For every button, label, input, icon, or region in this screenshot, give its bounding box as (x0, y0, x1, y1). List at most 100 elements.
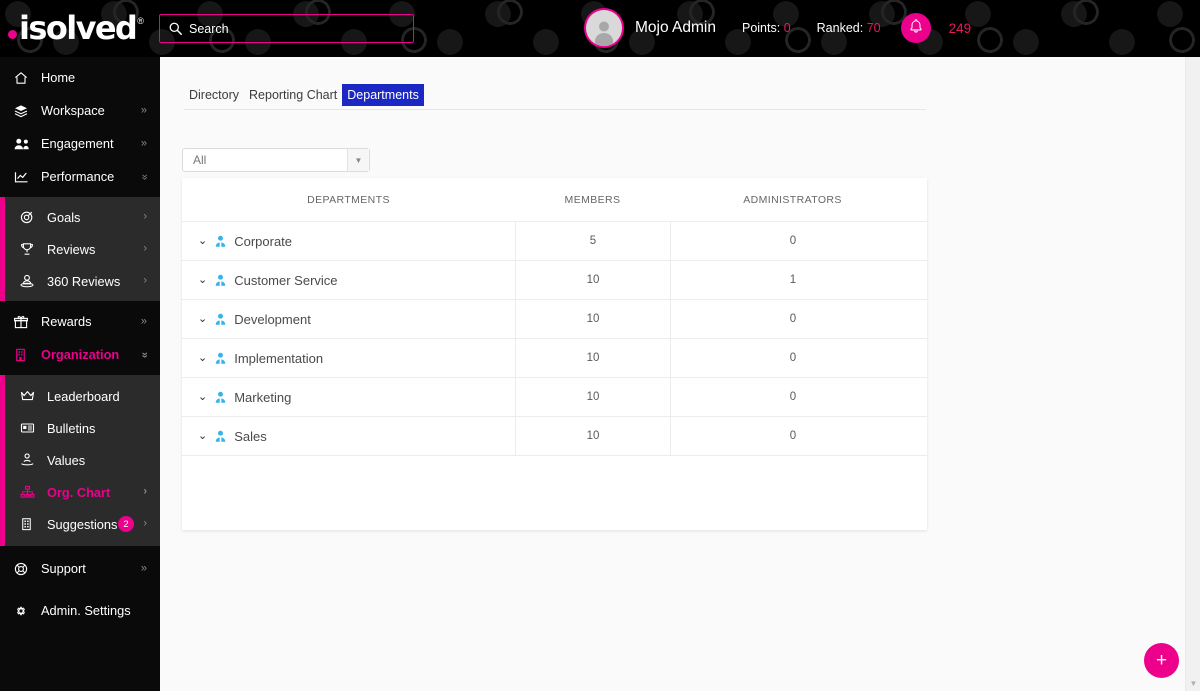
sidebar-item-support[interactable]: Support » (0, 552, 160, 585)
sidebar-item-workspace[interactable]: Workspace » (0, 94, 160, 127)
search-input[interactable]: Search (159, 14, 414, 43)
sidebar-item-label: Leaderboard (47, 388, 120, 404)
user-area: Mojo Admin Points: 0 Ranked: 70 249 (584, 7, 971, 49)
cell-members: 10 (515, 261, 670, 299)
ranked-stat: Ranked: 70 (817, 21, 881, 35)
sidebar-item-admin-settings[interactable]: Admin. Settings (0, 594, 160, 627)
expand-chevron-icon[interactable]: ⌄ (198, 235, 207, 247)
search-placeholder: Search (189, 21, 229, 36)
sidebar-item-engagement[interactable]: Engagement » (0, 127, 160, 160)
sidebar-item-suggestions[interactable]: Suggestions 2 › (5, 508, 160, 540)
column-header-departments: DEPARTMENTS (307, 193, 390, 206)
gear-icon (13, 603, 35, 619)
cell-department: ⌄ Customer Service (182, 261, 515, 299)
sidebar-item-goals[interactable]: Goals › (5, 201, 160, 233)
tab-divider (184, 109, 926, 110)
department-filter-select[interactable]: All ▼ (182, 148, 370, 172)
sidebar-item-values[interactable]: Values (5, 444, 160, 476)
sidebar: Home Workspace » Engagement » Performanc… (0, 57, 160, 691)
sidebar-subgroup-organization: Leaderboard Bulletins Values Org. Chart (0, 375, 160, 546)
sidebar-subgroup-performance: Goals › Reviews › 360 Reviews › (0, 197, 160, 301)
add-department-button[interactable]: + (1144, 643, 1179, 678)
chevron-right-icon: › (143, 517, 147, 530)
sidebar-item-bulletins[interactable]: Bulletins (5, 412, 160, 444)
expand-chevron-icon[interactable]: ⌄ (198, 313, 207, 325)
column-header-administrators: ADMINISTRATORS (743, 193, 842, 206)
sidebar-item-organization[interactable]: Organization » (0, 338, 160, 371)
sidebar-group-org: Rewards » Organization » (0, 301, 160, 375)
sidebar-item-360-reviews[interactable]: 360 Reviews › (5, 265, 160, 297)
gift-icon (13, 314, 35, 330)
table-row[interactable]: ⌄ Implementation 10 0 (182, 338, 927, 377)
sidebar-group-main: Home Workspace » Engagement » Performanc… (0, 57, 160, 197)
lifebuoy-icon (13, 561, 35, 577)
expand-chevron-icon[interactable]: ⌄ (198, 430, 207, 442)
chevron-down-icon[interactable]: ▼ (347, 149, 369, 171)
expand-chevron-icon[interactable]: ⌄ (198, 391, 207, 403)
points-stat: Points: 0 (742, 21, 791, 35)
sidebar-item-label: Home (41, 70, 76, 85)
sidebar-item-label: Suggestions (47, 516, 118, 532)
tab-directory[interactable]: Directory (184, 84, 244, 106)
department-user-icon (213, 273, 228, 288)
cell-members: 5 (515, 222, 670, 260)
department-user-icon (213, 351, 228, 366)
table-row[interactable]: ⌄ Development 10 0 (182, 299, 927, 338)
sidebar-item-label: Engagement (41, 136, 114, 151)
bell-icon (908, 18, 924, 39)
chart-icon (13, 169, 35, 185)
expand-chevron-icon[interactable]: ⌄ (198, 274, 207, 286)
app-root: isolved ® Search Mojo Admin Points: 0 Ra… (0, 0, 1200, 691)
department-user-icon (213, 312, 228, 327)
cell-members: 10 (515, 300, 670, 338)
chevron-right-icon: › (143, 242, 147, 255)
department-name: Development (234, 311, 311, 327)
cell-administrators: 0 (670, 300, 915, 338)
departments-table-card: DEPARTMENTS MEMBERS ADMINISTRATORS ⌄ Corp… (182, 178, 927, 530)
sidebar-item-rewards[interactable]: Rewards » (0, 305, 160, 338)
cell-administrators: 0 (670, 222, 915, 260)
user-name[interactable]: Mojo Admin (635, 19, 716, 37)
top-header: isolved ® Search Mojo Admin Points: 0 Ra… (0, 0, 1200, 57)
sidebar-item-home[interactable]: Home (0, 61, 160, 94)
sidebar-item-label: Performance (41, 169, 115, 184)
sidebar-item-org-chart[interactable]: Org. Chart › (5, 476, 160, 508)
tab-departments[interactable]: Departments (342, 84, 424, 106)
sidebar-item-label: Values (47, 452, 86, 468)
building-icon (13, 347, 35, 363)
trophy-icon (19, 241, 41, 257)
department-user-icon (213, 429, 228, 444)
sidebar-item-reviews[interactable]: Reviews › (5, 233, 160, 265)
expand-chevron-icon[interactable]: ⌄ (198, 352, 207, 364)
table-row[interactable]: ⌄ Corporate 5 0 (182, 221, 927, 260)
people-icon (13, 136, 35, 152)
layers-icon (13, 103, 35, 119)
table-row[interactable]: ⌄ Customer Service 10 1 (182, 260, 927, 299)
suggestions-badge: 2 (118, 516, 134, 532)
cell-members: 10 (515, 417, 670, 455)
cell-department: ⌄ Sales (182, 417, 515, 455)
sidebar-item-performance[interactable]: Performance » (0, 160, 160, 193)
isolved-logo[interactable]: isolved ® (8, 9, 150, 47)
chevron-right-icon: » (140, 137, 147, 149)
tab-bar: Directory Reporting Chart Departments (184, 84, 424, 106)
table-row[interactable]: ⌄ Marketing 10 0 (182, 377, 927, 416)
person-360-icon (19, 273, 41, 289)
page-scrollbar[interactable]: ▼ (1185, 57, 1200, 691)
sidebar-item-label: Support (41, 561, 86, 576)
tab-reporting-chart[interactable]: Reporting Chart (244, 84, 342, 106)
department-name: Marketing (234, 389, 292, 405)
search-icon (169, 22, 182, 35)
cell-administrators: 1 (670, 261, 915, 299)
notification-bell-button[interactable] (900, 13, 931, 43)
chevron-right-icon: » (140, 562, 147, 574)
bulletin-icon (19, 420, 41, 436)
avatar[interactable] (584, 8, 624, 48)
sidebar-item-leaderboard[interactable]: Leaderboard (5, 380, 160, 412)
department-name: Customer Service (234, 272, 338, 288)
home-icon (13, 70, 35, 86)
scroll-down-arrow-icon[interactable]: ▼ (1186, 679, 1200, 688)
cell-members: 10 (515, 378, 670, 416)
chevron-right-icon: » (140, 104, 147, 116)
table-row[interactable]: ⌄ Sales 10 0 (182, 416, 927, 455)
